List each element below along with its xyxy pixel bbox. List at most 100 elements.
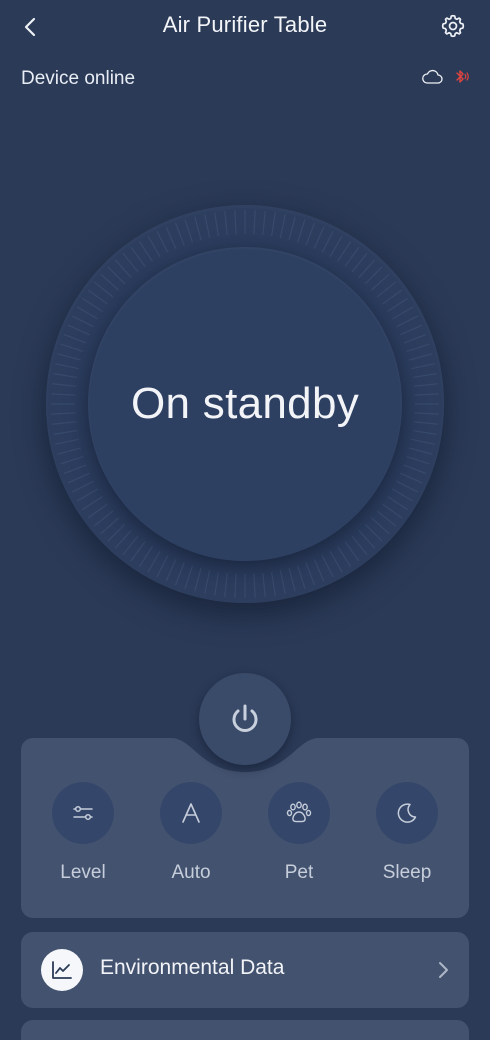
dial-tick [184, 565, 194, 589]
dial-tick [57, 353, 81, 361]
dial-tick [130, 246, 146, 267]
page-title: Air Purifier Table [162, 12, 328, 37]
dial-inner: On standby [88, 247, 402, 561]
dial-tick [156, 230, 169, 253]
mode-auto[interactable]: Auto [151, 782, 231, 884]
dial-tick [376, 281, 397, 298]
dial-tick [288, 216, 296, 240]
dial-tick [305, 222, 316, 246]
dial-tick [396, 480, 419, 493]
dial-tick [400, 324, 423, 336]
dial-tick [60, 455, 84, 465]
device-state-text: On standby [130, 379, 360, 428]
dial-tick [364, 523, 383, 542]
dial-tick [412, 373, 437, 378]
dial-tick [351, 252, 368, 273]
dial-tick [321, 230, 334, 253]
dial-tick [414, 383, 438, 387]
cloud-icon [422, 69, 443, 84]
dial-tick [130, 541, 146, 562]
dial-tick [414, 412, 439, 415]
dial-tick [391, 306, 414, 320]
dial-tick [358, 529, 376, 549]
dial-tick [403, 464, 427, 475]
dial-tick [204, 214, 211, 238]
dial-tick [321, 555, 334, 578]
mode-sleep-button[interactable] [376, 782, 438, 844]
dial-tick [114, 529, 132, 549]
dial-tick [107, 266, 126, 285]
dial-tick [52, 421, 76, 425]
gear-icon [441, 14, 465, 38]
dial-tick [214, 571, 219, 596]
mode-sleep-label: Sleep [382, 862, 432, 883]
mode-pet[interactable]: Pet [259, 782, 339, 884]
dial-tick [87, 503, 108, 519]
dial-tick [296, 219, 306, 243]
dial-tick [271, 212, 276, 237]
next-card-peek [21, 1020, 469, 1040]
header: Air Purifier Table [0, 0, 490, 56]
paw-icon [286, 801, 312, 823]
dial-tick [414, 393, 439, 396]
dial-tick [67, 472, 90, 484]
dial-tick [329, 235, 343, 258]
dial-tick [376, 510, 397, 527]
dial-tick [403, 333, 427, 344]
dial-tick [387, 297, 409, 312]
dial-tick [279, 214, 286, 238]
dial-tick [288, 568, 296, 592]
dial-tick [165, 226, 177, 249]
dial-tick [76, 488, 99, 502]
dial-tick [53, 430, 78, 435]
environmental-data-card[interactable]: Environmental Data [21, 932, 469, 1008]
environmental-data-label: Environmental Data [100, 956, 285, 979]
dial-tick [412, 430, 437, 435]
dial-tick [60, 343, 84, 353]
mode-pet-button[interactable] [268, 782, 330, 844]
dial-tick [214, 212, 219, 237]
power-button[interactable] [199, 673, 291, 765]
sliders-icon [73, 805, 93, 821]
dial-tick [53, 373, 78, 378]
dial-tick [387, 496, 409, 511]
dial-tick [382, 503, 403, 519]
dial-tick [396, 315, 419, 328]
dial-tick [409, 447, 433, 455]
mode-level-button[interactable] [52, 782, 114, 844]
dial-tick [165, 559, 177, 582]
dial-tick [194, 216, 202, 240]
chevron-right-icon [433, 959, 453, 981]
dial-tick [391, 488, 414, 502]
dial-tick [351, 535, 368, 556]
dial-tick [411, 363, 435, 370]
dial-tick [114, 259, 132, 279]
settings-button[interactable] [436, 9, 470, 43]
dial-tick [87, 289, 108, 305]
dial-tick [100, 273, 120, 291]
dial-tick [411, 438, 435, 445]
dial-tick [71, 480, 94, 493]
dial-tick [93, 510, 114, 527]
dial-tick [344, 541, 360, 562]
mode-sleep[interactable]: Sleep [367, 782, 447, 884]
bluetooth-icon [456, 70, 469, 83]
dial-tick [107, 523, 126, 542]
dial-tick [81, 297, 103, 312]
mode-level[interactable]: Level [43, 782, 123, 884]
dial-tick [406, 343, 430, 353]
dial-tick [262, 211, 266, 235]
dial-tick [57, 447, 81, 455]
mode-auto-label: Auto [171, 862, 211, 883]
dial-tick [76, 306, 99, 320]
moon-icon [397, 803, 417, 823]
dial-tick [253, 210, 256, 235]
mode-auto-button[interactable] [160, 782, 222, 844]
dial-tick [364, 266, 383, 285]
dial-tick [156, 555, 169, 578]
dial-tick [147, 550, 161, 573]
dial-tick [234, 573, 237, 598]
dial-tick [370, 273, 390, 291]
dial-tick [100, 517, 120, 535]
dial-tick [313, 226, 325, 249]
